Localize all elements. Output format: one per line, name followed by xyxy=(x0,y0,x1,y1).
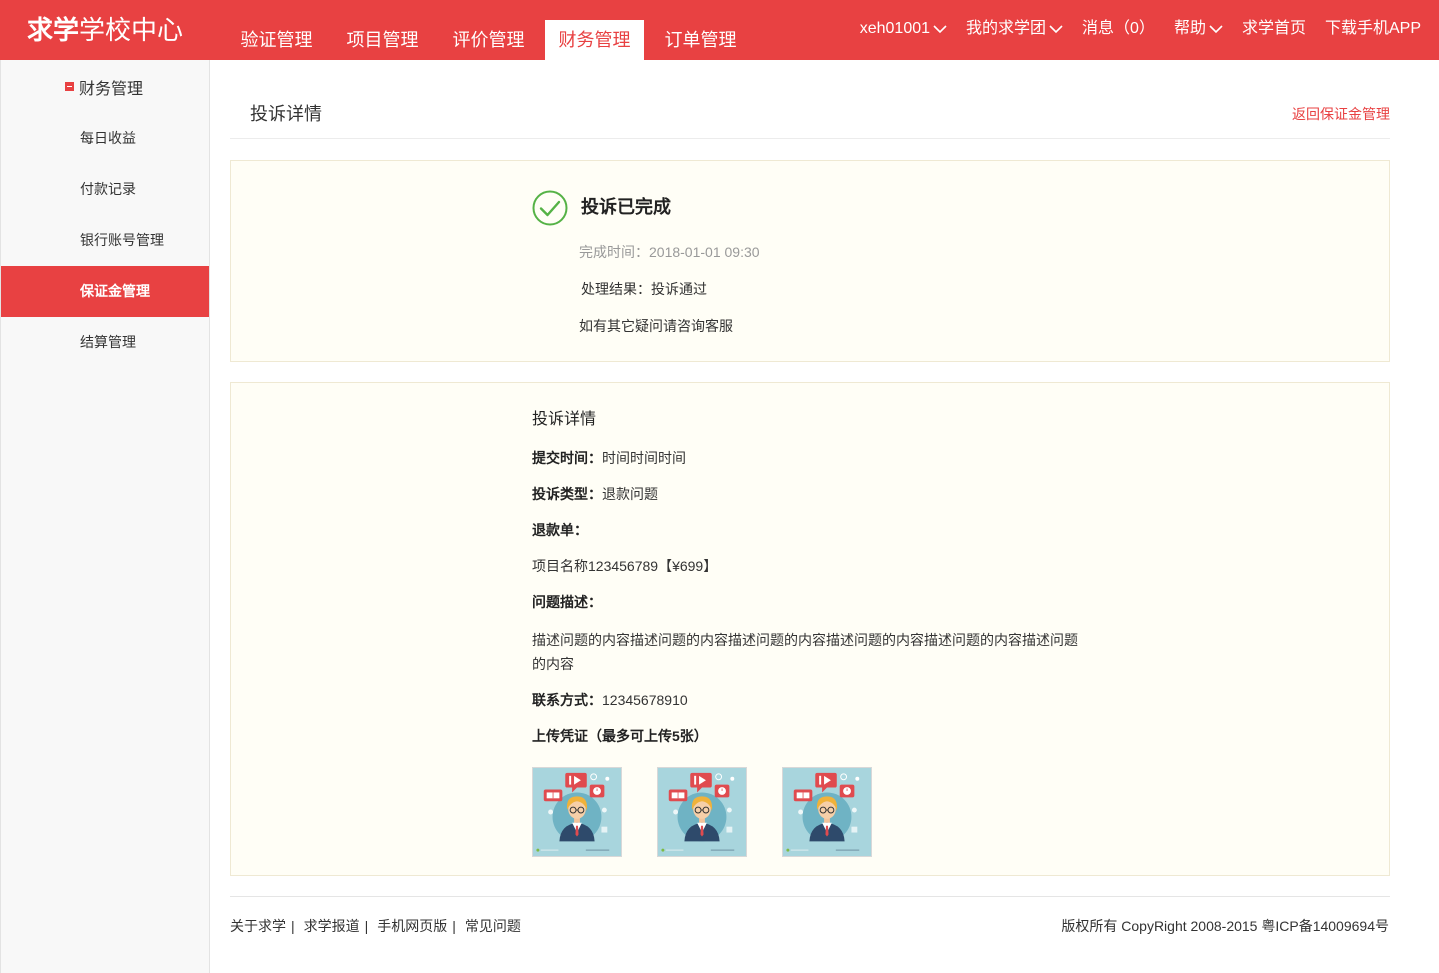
submit-time-label: 提交时间： xyxy=(532,450,602,466)
complaint-type-label: 投诉类型： xyxy=(532,486,602,502)
refund-order-row: 退款单： xyxy=(532,512,1092,548)
sidebar-item-bank-accounts[interactable]: 银行账号管理 xyxy=(1,215,209,266)
tab-orders[interactable]: 订单管理 xyxy=(651,20,750,60)
footer-link-news[interactable]: 求学报道 xyxy=(304,918,360,934)
sidebar-section-label: 财务管理 xyxy=(79,80,144,98)
sidebar-item-payment-records[interactable]: 付款记录 xyxy=(1,164,209,215)
complaint-type-value: 退款问题 xyxy=(602,486,658,502)
complaint-detail-panel: 投诉详情 提交时间：时间时间时间 投诉类型：退款问题 退款单： 项目名称1234… xyxy=(230,382,1390,876)
contact-value: 12345678910 xyxy=(602,692,688,708)
teacher-illustration xyxy=(533,768,621,856)
footer-separator: | xyxy=(364,918,369,934)
evidence-image-3[interactable] xyxy=(782,767,872,857)
teacher-illustration xyxy=(658,768,746,856)
tab-reviews[interactable]: 评价管理 xyxy=(439,20,538,60)
chevron-down-icon xyxy=(1209,25,1223,34)
my-group-menu[interactable]: 我的求学团 xyxy=(966,16,1063,42)
completion-time-label: 完成时间： xyxy=(579,244,649,260)
description-label: 问题描述： xyxy=(532,594,602,610)
site-logo[interactable]: 求学学校中心 xyxy=(27,14,183,46)
description-text: 描述问题的内容描述问题的内容描述问题的内容描述问题的内容描述问题的内容描述问题的… xyxy=(532,632,1078,672)
status-title: 投诉已完成 xyxy=(581,197,671,217)
collapse-icon[interactable] xyxy=(65,82,74,91)
chevron-down-icon xyxy=(933,25,947,34)
user-menu[interactable]: xeh01001 xyxy=(860,16,947,42)
username: xeh01001 xyxy=(859,20,931,37)
footer-link-faq[interactable]: 常见问题 xyxy=(465,918,521,934)
evidence-image-1[interactable] xyxy=(532,767,622,857)
support-note: 如有其它疑问请咨询客服 xyxy=(579,318,733,334)
sidebar-item-deposit[interactable]: 保证金管理 xyxy=(1,266,209,317)
processing-result-label: 处理结果： xyxy=(581,281,651,297)
tab-finance[interactable]: 财务管理 xyxy=(545,20,644,60)
processing-result-value: 投诉通过 xyxy=(651,281,707,297)
completion-time: 完成时间：2018-01-01 09:30 xyxy=(579,242,760,262)
footer-separator: | xyxy=(452,918,456,934)
refund-order-item: 项目名称123456789【¥699】 xyxy=(532,558,718,574)
download-app-link[interactable]: 下载手机APP xyxy=(1325,16,1421,42)
detail-title: 投诉详情 xyxy=(532,411,597,428)
copyright: 版权所有 CopyRight 2008-2015 粤ICP备14009694号 xyxy=(1061,918,1389,934)
upload-evidence-label: 上传凭证（最多可上传5张） xyxy=(532,728,708,744)
contact-label: 联系方式： xyxy=(532,692,602,708)
evidence-images xyxy=(532,767,1092,857)
complaint-detail-body: 投诉详情 提交时间：时间时间时间 投诉类型：退款问题 退款单： 项目名称1234… xyxy=(532,402,1092,857)
check-circle-icon xyxy=(532,190,568,226)
submit-time-value: 时间时间时间 xyxy=(602,450,686,466)
logo-brand: 求学 xyxy=(27,15,80,45)
submit-time-row: 提交时间：时间时间时间 xyxy=(532,440,1092,476)
processing-result: 处理结果：投诉通过 xyxy=(581,279,707,299)
home-link[interactable]: 求学首页 xyxy=(1242,16,1306,42)
page-header: 投诉详情 返回保证金管理 xyxy=(230,90,1390,139)
logo-subtitle: 学校中心 xyxy=(79,15,184,45)
my-group-label: 我的求学团 xyxy=(966,20,1047,37)
top-right-nav: xeh01001 我的求学团 消息（0） 帮助 求学首页 下载手机APP xyxy=(841,16,1421,42)
page-title: 投诉详情 xyxy=(250,104,322,124)
back-to-deposit-link[interactable]: 返回保证金管理 xyxy=(1292,104,1390,124)
sidebar-item-settlement[interactable]: 结算管理 xyxy=(1,317,209,368)
main-nav: 验证管理 项目管理 评价管理 财务管理 订单管理 xyxy=(227,20,757,60)
teacher-illustration xyxy=(783,768,871,856)
completion-time-value: 2018-01-01 09:30 xyxy=(649,244,760,260)
tab-projects[interactable]: 项目管理 xyxy=(333,20,432,60)
footer-link-mobile-web[interactable]: 手机网页版 xyxy=(377,918,447,934)
help-label: 帮助 xyxy=(1173,20,1206,37)
chevron-down-icon xyxy=(1049,25,1063,34)
page-footer: 关于求学 | 求学报道 | 手机网页版 | 常见问题 版权所有 CopyRight 2008… xyxy=(230,896,1390,946)
footer-links: 关于求学 | 求学报道 | 手机网页版 | 常见问题 xyxy=(230,915,521,937)
help-menu[interactable]: 帮助 xyxy=(1174,16,1223,42)
sidebar-section-finance[interactable]: 财务管理 xyxy=(1,60,209,113)
evidence-image-2[interactable] xyxy=(657,767,747,857)
description-row: 问题描述： xyxy=(532,584,1092,620)
footer-separator: | xyxy=(291,918,295,934)
complaint-type-row: 投诉类型：退款问题 xyxy=(532,476,1092,512)
refund-order-label: 退款单： xyxy=(532,522,588,538)
contact-row: 联系方式：12345678910 xyxy=(532,682,1092,718)
top-header: 求学学校中心 验证管理 项目管理 评价管理 财务管理 订单管理 xeh01001… xyxy=(0,0,1439,60)
footer-link-about[interactable]: 关于求学 xyxy=(230,918,286,934)
sidebar: 财务管理 每日收益 付款记录 银行账号管理 保证金管理 结算管理 xyxy=(0,60,210,973)
tab-verification[interactable]: 验证管理 xyxy=(227,20,326,60)
messages-link[interactable]: 消息（0） xyxy=(1082,16,1155,42)
sidebar-item-daily-income[interactable]: 每日收益 xyxy=(1,113,209,164)
complaint-status-panel: 投诉已完成 完成时间：2018-01-01 09:30 处理结果：投诉通过 如有… xyxy=(230,160,1390,362)
upload-evidence-row: 上传凭证（最多可上传5张） xyxy=(532,718,1092,754)
